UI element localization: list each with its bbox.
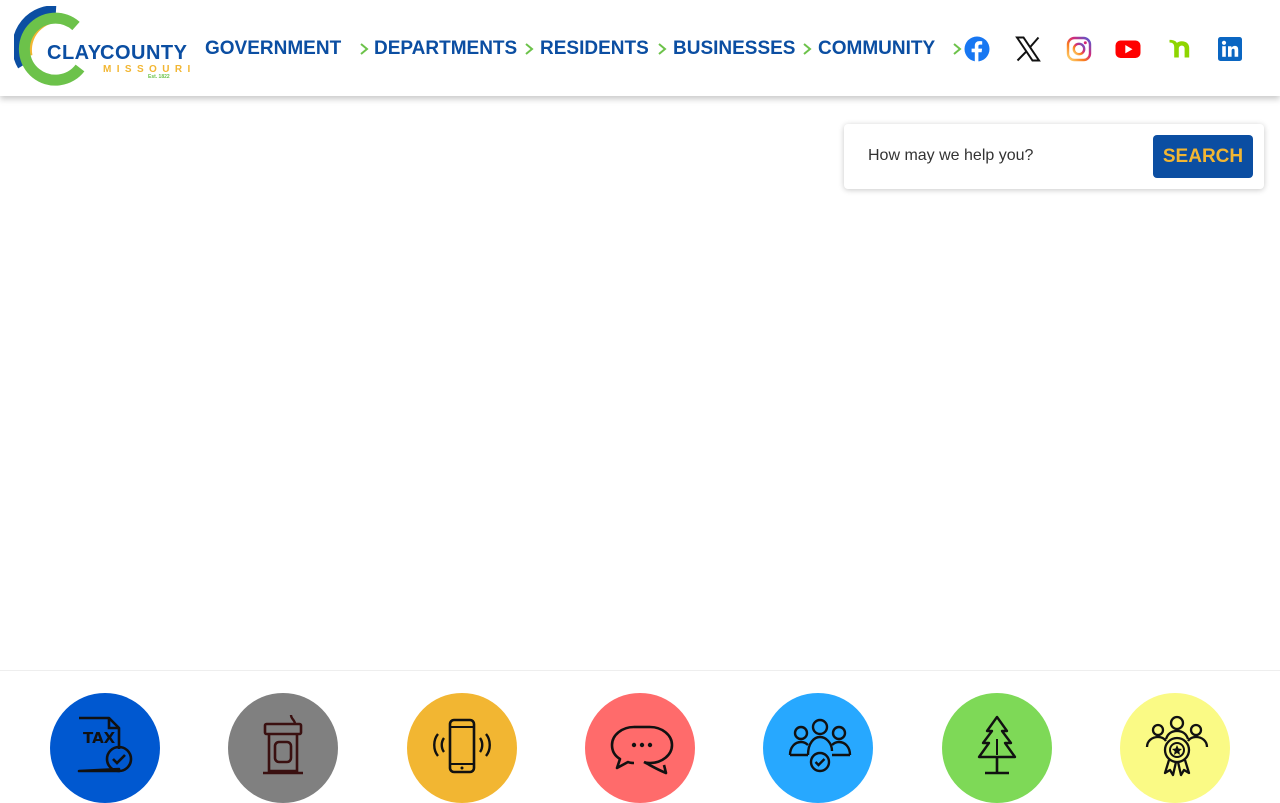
instagram-link[interactable] — [1066, 36, 1092, 62]
linkedin-icon — [1218, 37, 1242, 61]
chevron-right-icon — [658, 43, 667, 55]
x-twitter-link[interactable] — [1015, 36, 1041, 62]
nav-item-government[interactable]: GOVERNMENT — [205, 36, 341, 62]
quick-link-parks[interactable] — [942, 693, 1052, 803]
site-search: SEARCH — [844, 124, 1264, 189]
x-twitter-icon — [1015, 36, 1041, 62]
chevron-right-icon — [803, 43, 812, 55]
podium-icon — [263, 715, 303, 775]
youtube-icon — [1115, 40, 1141, 58]
facebook-icon — [964, 36, 990, 62]
instagram-icon — [1066, 36, 1092, 62]
logo-text-clay: CLAY — [47, 42, 102, 64]
youtube-link[interactable] — [1115, 36, 1141, 62]
logo-text-county: COUNTY — [100, 42, 188, 64]
nextdoor-link[interactable] — [1167, 36, 1193, 62]
chevron-right-icon — [360, 43, 369, 55]
clay-county-logo[interactable]: CLAY COUNTY MISSOURI Est. 1822 — [14, 6, 190, 88]
nav-item-businesses[interactable]: BUSINESSES — [673, 36, 795, 62]
search-button[interactable]: SEARCH — [1153, 135, 1253, 178]
facebook-link[interactable] — [964, 36, 990, 62]
chevron-right-icon — [525, 43, 534, 55]
quick-link-podium[interactable] — [228, 693, 338, 803]
quick-links-bar: TAX — [0, 670, 1280, 803]
chevron-right-icon — [953, 43, 962, 55]
mobile-alert-icon — [433, 718, 491, 774]
linkedin-link[interactable] — [1217, 36, 1243, 62]
quick-link-feedback[interactable] — [585, 693, 695, 803]
quick-link-alerts[interactable] — [407, 693, 517, 803]
search-input[interactable] — [856, 136, 1170, 176]
nav-item-community[interactable]: COMMUNITY — [818, 36, 935, 62]
award-group-icon — [1145, 715, 1209, 777]
pine-tree-icon — [977, 715, 1017, 775]
quick-link-recognition[interactable] — [1120, 693, 1230, 803]
chat-bubbles-icon — [610, 725, 674, 775]
logo-text-established: Est. 1822 — [148, 74, 170, 80]
group-check-icon — [788, 718, 852, 773]
quick-link-taxes[interactable]: TAX — [50, 693, 160, 803]
site-header: CLAY COUNTY MISSOURI Est. 1822 GOVERNMEN… — [0, 0, 1280, 96]
quick-link-boards[interactable] — [763, 693, 873, 803]
nav-item-departments[interactable]: DEPARTMENTS — [374, 36, 517, 62]
nextdoor-icon — [1169, 39, 1190, 58]
nav-item-residents[interactable]: RESIDENTS — [540, 36, 649, 62]
svg-text:TAX: TAX — [83, 729, 116, 747]
tax-document-icon: TAX — [77, 716, 133, 773]
